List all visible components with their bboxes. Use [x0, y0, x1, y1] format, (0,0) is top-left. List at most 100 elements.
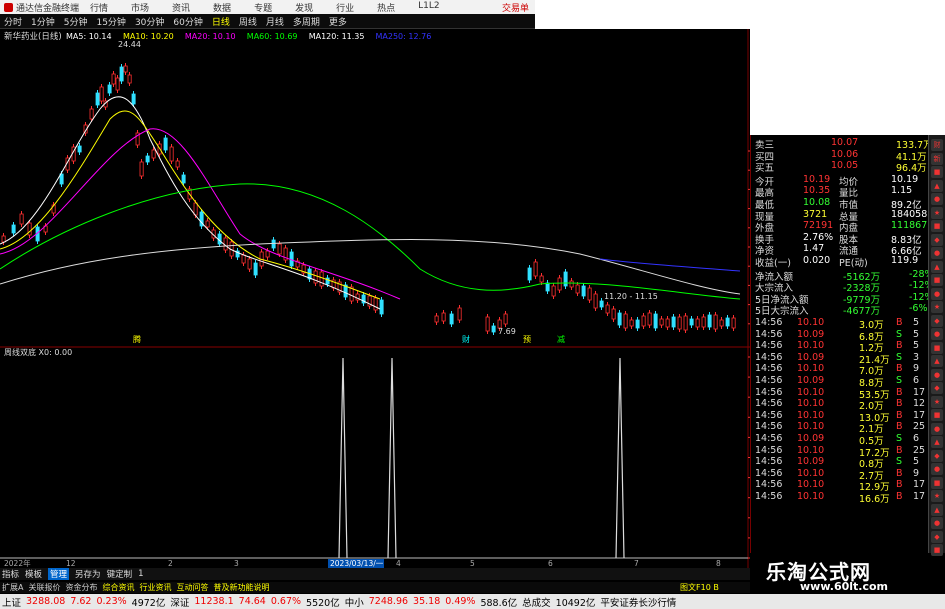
quote-cell: 111867 [891, 220, 928, 232]
sidebar-button[interactable]: 财 [931, 139, 943, 151]
sidebar-button[interactable]: ■ [931, 341, 943, 354]
candle [593, 293, 598, 309]
quote-cell: 14:56 [755, 386, 783, 398]
period-tab[interactable]: 分时 [4, 15, 22, 28]
status-bar: 上证 3288.08 7.62 0.23% 4972亿 深证 11238.1 74.64 0.6… [0, 594, 945, 609]
sidebar-button[interactable]: ● [931, 193, 943, 205]
tab-item[interactable]: 1 [138, 569, 143, 579]
sidebar-button[interactable]: ◆ [931, 314, 943, 327]
tab-item-active[interactable]: 管理 [48, 568, 70, 580]
candle [647, 312, 652, 326]
period-tab-active[interactable]: 日线 [212, 15, 230, 28]
menu-item[interactable]: L1L2 [418, 1, 439, 14]
sidebar-button[interactable]: ● [931, 463, 943, 475]
sidebar-button[interactable]: ● [931, 287, 943, 300]
period-tab[interactable]: 更多 [329, 15, 347, 28]
sidebar-button[interactable]: 新 [931, 152, 943, 165]
sidebar-button[interactable]: ▲ [931, 179, 943, 192]
sidebar-button[interactable]: ● [931, 422, 943, 435]
info-tab[interactable]: 普及新功能说明 [213, 582, 269, 593]
period-tab[interactable]: 15分钟 [96, 15, 125, 28]
sidebar-button[interactable]: ■ [931, 409, 943, 421]
tab-item[interactable]: 键定制 [107, 568, 133, 580]
sidebar-button[interactable]: ■ [931, 476, 943, 489]
trade-button[interactable]: 交易单 [502, 1, 529, 14]
candle [491, 325, 496, 333]
candle [503, 313, 508, 325]
stat-row: 净资 1.47 流通 6.66亿 [751, 243, 929, 257]
period-tab[interactable]: 60分钟 [173, 15, 202, 28]
period-tab[interactable]: 月线 [266, 15, 284, 28]
period-tab[interactable]: 1分钟 [31, 15, 55, 28]
quote-cell: S [896, 375, 903, 386]
menu-item[interactable]: 热点 [377, 1, 395, 14]
candle [1, 235, 6, 243]
menu-item[interactable]: 资讯 [172, 1, 190, 14]
period-tab[interactable]: 30分钟 [135, 15, 164, 28]
info-tab[interactable]: 扩展A [2, 582, 23, 593]
sidebar-button[interactable]: ◆ [931, 382, 943, 394]
sidebar-button[interactable]: ● [931, 368, 943, 381]
info-tab[interactable]: 互动问答 [176, 582, 208, 593]
tab-item[interactable]: 指标 [2, 568, 19, 580]
sidebar-button[interactable]: ◆ [931, 530, 943, 543]
quote-cell: 14:56 [755, 456, 783, 468]
f10-label[interactable]: 图文F10 B [680, 582, 719, 593]
sidebar-button[interactable]: ● [931, 517, 943, 529]
info-tab[interactable]: 资金分布 [65, 582, 97, 593]
period-tab[interactable]: 周线 [239, 15, 257, 28]
sidebar-button[interactable]: ▲ [931, 503, 943, 516]
sidebar-button[interactable]: ▲ [931, 260, 943, 273]
quote-cell: 14:56 [755, 409, 783, 421]
quote-cell: 10.10 [797, 491, 825, 502]
quote-cell: 10.06 [831, 148, 859, 160]
stat-row: 最低 10.08 市值 89.2亿 [751, 197, 929, 211]
quote-cell: B [896, 467, 903, 479]
quote-cell: 10.09 [797, 433, 825, 444]
menu-item[interactable]: 数据 [213, 1, 231, 14]
menu-item[interactable]: 发现 [295, 1, 313, 14]
quote-cell: 14:56 [755, 363, 783, 375]
status-item: 11238.1 [194, 596, 234, 607]
info-tab[interactable]: 综合资讯 [102, 582, 134, 593]
sidebar-button[interactable]: ■ [931, 544, 943, 556]
menu-item[interactable]: 行业 [336, 1, 354, 14]
sidebar-button[interactable]: ● [931, 328, 943, 340]
sidebar-button[interactable]: ● [931, 247, 943, 259]
sidebar-button[interactable]: ★ [931, 395, 943, 408]
chart-area[interactable]: MA5: 10.14 MA10: 10.20 MA20: 10.10 MA60: 10… [0, 29, 750, 568]
status-item: 深证 [170, 597, 190, 609]
candle [629, 319, 634, 327]
menu-item[interactable]: 专题 [254, 1, 272, 14]
candle [677, 316, 682, 330]
quote-cell: 10.35 [803, 185, 831, 197]
candle [683, 315, 688, 331]
quote-cell: S [896, 328, 903, 340]
sidebar-button[interactable]: ★ [931, 206, 943, 219]
sidebar-button[interactable]: ▲ [931, 355, 943, 367]
sidebar-button[interactable]: ▲ [931, 436, 943, 448]
info-tab[interactable]: 关联报价 [28, 582, 60, 593]
sidebar-button[interactable]: ★ [931, 490, 943, 502]
candle [119, 66, 124, 82]
sidebar-button[interactable]: ■ [931, 274, 943, 286]
quote-cell: 10.08 [803, 197, 831, 208]
ma-label: MA60: 10.69 [247, 32, 298, 41]
sidebar-button[interactable]: ◆ [931, 233, 943, 246]
tab-item[interactable]: 模板 [25, 568, 42, 580]
info-tab[interactable]: 行业资讯 [139, 582, 171, 593]
tab-item[interactable]: 另存为 [75, 568, 101, 580]
sidebar-button[interactable]: ■ [931, 166, 943, 178]
sidebar-button[interactable]: ★ [931, 301, 943, 313]
title-bar: 通达信金融终端 行情 市场 资讯 数据 专题 发现 行业 热点 L1L2 交易单 [0, 0, 535, 14]
candle [457, 307, 462, 321]
quote-cell: 184058 [891, 208, 928, 220]
menu-item[interactable]: 行情 [90, 1, 108, 14]
candle [145, 155, 150, 163]
period-tab[interactable]: 5分钟 [64, 15, 88, 28]
sidebar-button[interactable]: ◆ [931, 449, 943, 462]
stat-row: 今开 10.19 均价 10.19 [751, 174, 929, 188]
sidebar-button[interactable]: ■ [931, 220, 943, 232]
period-tab[interactable]: 多周期 [293, 15, 320, 28]
menu-item[interactable]: 市场 [131, 1, 149, 14]
